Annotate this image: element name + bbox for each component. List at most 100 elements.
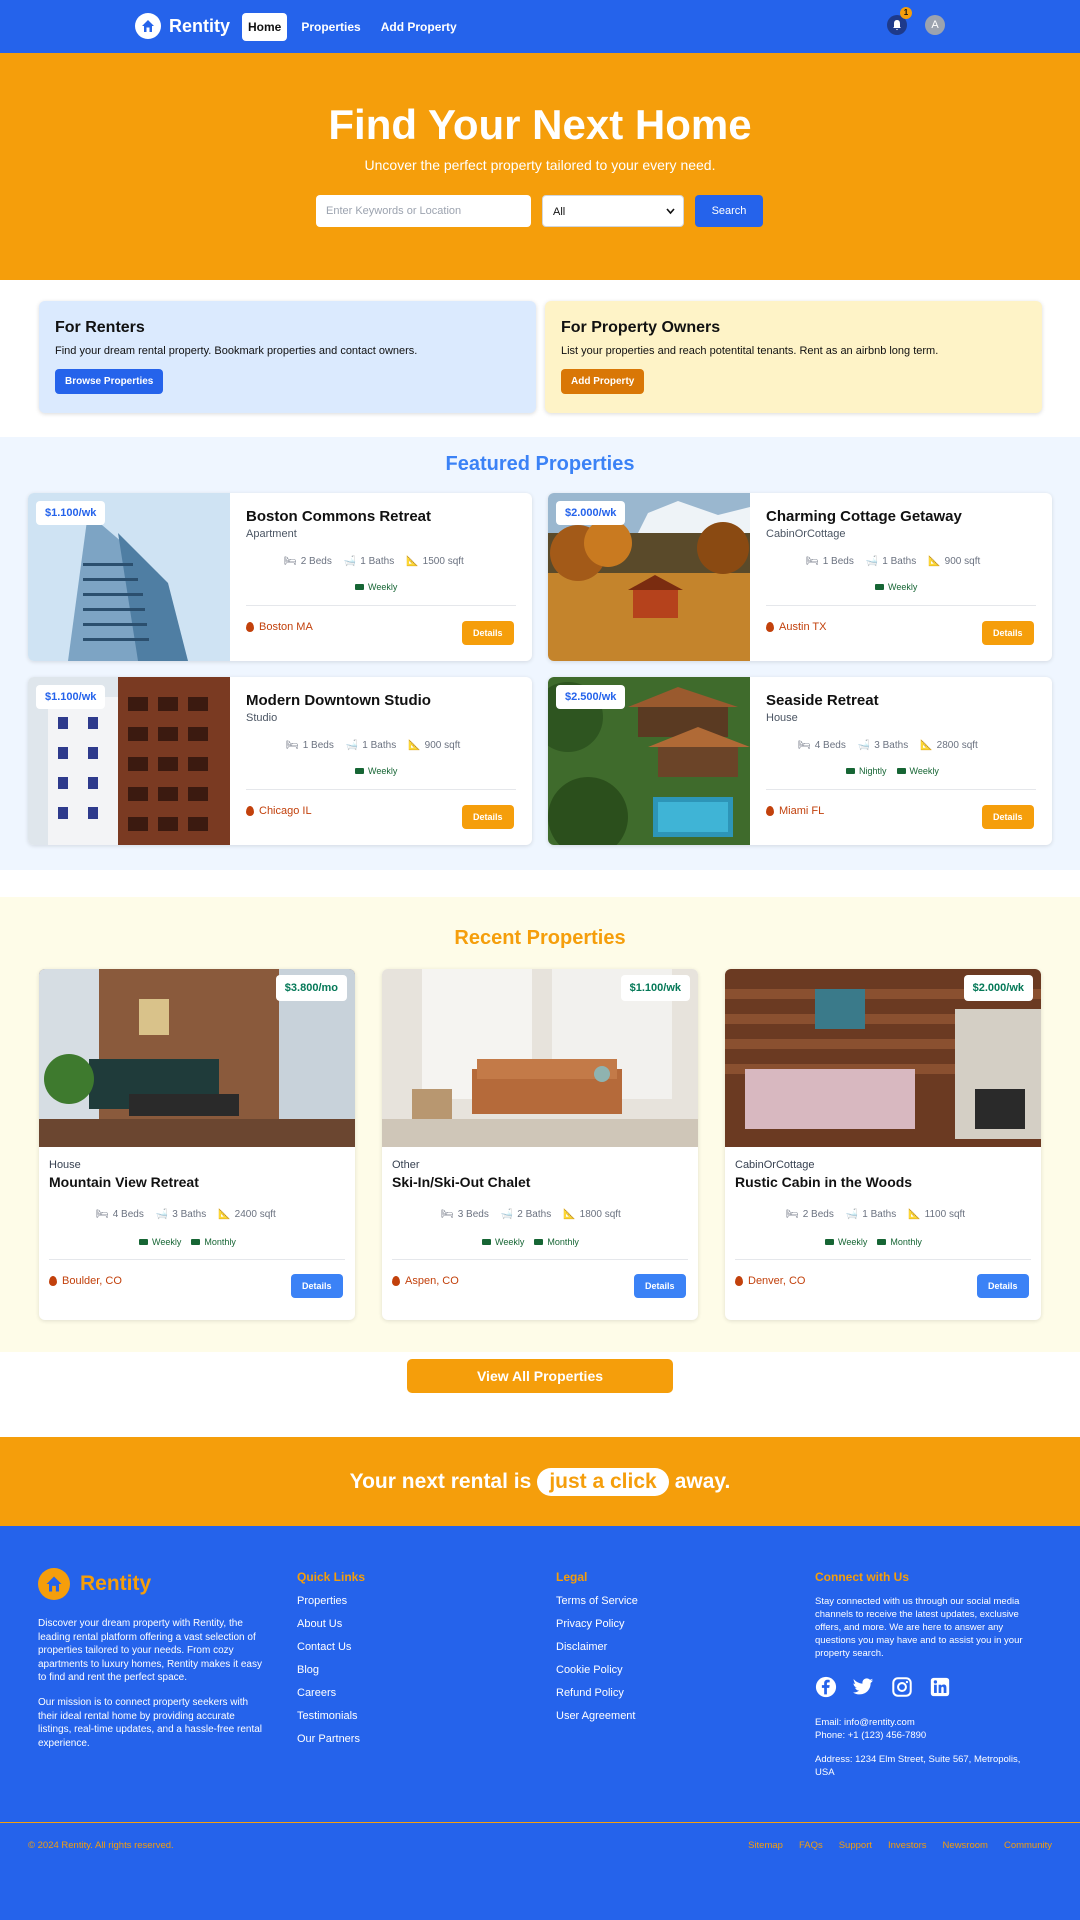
footer-bottom-link[interactable]: FAQs — [799, 1840, 823, 1851]
money-icon — [846, 768, 855, 774]
footer-link[interactable]: Disclaimer — [556, 1641, 638, 1653]
hero-title: Find Your Next Home — [328, 101, 752, 148]
contact-email[interactable]: Email: info@rentity.com — [815, 1716, 1037, 1729]
footer: Rentity Discover your dream property wit… — [0, 1526, 1080, 1920]
footer-link[interactable]: Blog — [297, 1664, 365, 1676]
contact-phone[interactable]: Phone: +1 (123) 456-7890 — [815, 1729, 1037, 1742]
notification-bell-icon[interactable]: 1 — [887, 7, 912, 35]
recent-card[interactable]: $3.800/mo House Mountain View Retreat 🛏 4… — [39, 969, 355, 1320]
footer-bottom-link[interactable]: Community — [1004, 1840, 1052, 1851]
renters-text: Find your dream rental property. Bookmar… — [55, 345, 418, 357]
nav-add-property-link[interactable]: Add Property — [375, 13, 463, 41]
footer-bottom-link[interactable]: Investors — [888, 1840, 927, 1851]
add-property-button[interactable]: Add Property — [561, 369, 645, 394]
baths: 3 Baths — [172, 1209, 207, 1220]
ruler-icon: 📐 — [563, 1209, 576, 1220]
property-name[interactable]: Mountain View Retreat — [49, 1174, 199, 1190]
bed-icon: 🛏 — [286, 740, 299, 751]
footer-link[interactable]: Careers — [297, 1687, 365, 1699]
bed-icon: 🛏 — [284, 556, 297, 567]
property-type-select[interactable]: All — [542, 195, 684, 227]
recent-card[interactable]: $1.100/wk Other Ski-In/Ski-Out Chalet 🛏 3… — [382, 969, 698, 1320]
footer-link[interactable]: Cookie Policy — [556, 1664, 638, 1676]
cta-text-after: away. — [674, 1469, 731, 1493]
recent-card[interactable]: $2.000/wk CabinOrCottage Rustic Cabin in… — [725, 969, 1041, 1320]
details-button[interactable]: Details — [462, 805, 514, 829]
rate-label: Weekly — [909, 766, 939, 776]
featured-card[interactable]: $1.100/wk Modern Downtown Studio Studio … — [28, 677, 532, 845]
featured-title: Featured Properties — [445, 453, 635, 475]
details-button[interactable]: Details — [462, 621, 514, 645]
property-type: House — [766, 712, 798, 724]
property-location: Boulder, CO — [49, 1275, 122, 1287]
property-name[interactable]: Ski-In/Ski-Out Chalet — [392, 1174, 530, 1190]
footer-link[interactable]: Properties — [297, 1595, 365, 1607]
footer-link[interactable]: Contact Us — [297, 1641, 365, 1653]
property-name[interactable]: Boston Commons Retreat — [246, 508, 431, 525]
featured-card[interactable]: $2.500/wk Seaside Retreat House 🛏 4 Beds … — [548, 677, 1052, 845]
divider — [246, 789, 516, 790]
featured-card[interactable]: $2.000/wk Charming Cottage Getaway Cabin… — [548, 493, 1052, 661]
contact-address: Address: 1234 Elm Street, Suite 567, Met… — [815, 1754, 1021, 1778]
property-specs: 🛏 4 Beds 🛁 3 Baths 📐 2800 sqft — [798, 740, 978, 751]
footer-bottom-link[interactable]: Sitemap — [748, 1840, 783, 1851]
footer-bottom-link[interactable]: Support — [839, 1840, 872, 1851]
details-button[interactable]: Details — [982, 805, 1034, 829]
property-name[interactable]: Charming Cottage Getaway — [766, 508, 962, 525]
footer-bottom-link[interactable]: Newsroom — [943, 1840, 988, 1851]
featured-card[interactable]: $1.100/wk Boston Commons Retreat Apartme… — [28, 493, 532, 661]
linkedin-icon[interactable] — [929, 1676, 951, 1698]
footer-link[interactable]: Terms of Service — [556, 1595, 638, 1607]
property-location: Chicago IL — [246, 805, 312, 817]
details-button[interactable]: Details — [977, 1274, 1029, 1298]
details-button[interactable]: Details — [291, 1274, 343, 1298]
brand-link[interactable]: Rentity — [135, 13, 230, 39]
footer-link[interactable]: Privacy Policy — [556, 1618, 638, 1630]
bath-icon: 🛁 — [345, 740, 359, 751]
rate-types: Weekly Monthly — [482, 1237, 579, 1247]
location-text: Aspen, CO — [405, 1275, 459, 1287]
footer-link[interactable]: Our Partners — [297, 1733, 365, 1745]
sqft: 1800 sqft — [579, 1209, 621, 1220]
connect-text: Stay connected with us through our socia… — [815, 1596, 1023, 1659]
nav-home-link[interactable]: Home — [242, 13, 288, 41]
footer-link[interactable]: Testimonials — [297, 1710, 365, 1722]
property-name[interactable]: Modern Downtown Studio — [246, 692, 431, 709]
details-button[interactable]: Details — [982, 621, 1034, 645]
twitter-icon[interactable] — [853, 1676, 875, 1698]
property-name[interactable]: Seaside Retreat — [766, 692, 879, 709]
divider — [246, 605, 516, 606]
instagram-icon[interactable] — [891, 1676, 913, 1698]
footer-link[interactable]: About Us — [297, 1618, 365, 1630]
property-location: Boston MA — [246, 621, 313, 633]
renters-box: For Renters Find your dream rental prope… — [39, 301, 536, 413]
top-navbar: Rentity Home Properties Add Property 1 A — [0, 0, 1080, 53]
money-icon — [139, 1239, 148, 1245]
location-text: Boulder, CO — [62, 1275, 122, 1287]
renters-title: For Renters — [55, 319, 145, 336]
map-pin-icon — [392, 1276, 400, 1286]
beds: 1 Beds — [822, 556, 854, 567]
money-icon — [877, 1239, 887, 1245]
search-input[interactable]: Enter Keywords or Location — [316, 195, 531, 227]
footer-link[interactable]: User Agreement — [556, 1710, 638, 1722]
view-all-properties-button[interactable]: View All Properties — [407, 1359, 673, 1393]
ruler-icon: 📐 — [928, 556, 941, 567]
connect-section: Connect with Us Stay connected with us t… — [815, 1570, 1037, 1779]
notification-count-badge: 1 — [900, 7, 912, 19]
money-icon — [896, 768, 906, 774]
search-button[interactable]: Search — [695, 195, 763, 227]
divider — [766, 789, 1036, 790]
social-links — [815, 1676, 1037, 1698]
details-button[interactable]: Details — [634, 1274, 686, 1298]
user-avatar[interactable]: A — [925, 15, 945, 35]
footer-brand[interactable]: Rentity — [38, 1568, 151, 1600]
footer-link[interactable]: Refund Policy — [556, 1687, 638, 1699]
property-name[interactable]: Rustic Cabin in the Woods — [735, 1174, 912, 1190]
nav-properties-link[interactable]: Properties — [295, 13, 366, 41]
location-text: Chicago IL — [259, 805, 312, 817]
sqft: 1500 sqft — [422, 556, 464, 567]
browse-properties-button[interactable]: Browse Properties — [55, 369, 164, 394]
divider — [49, 1259, 345, 1260]
facebook-icon[interactable] — [815, 1676, 837, 1698]
